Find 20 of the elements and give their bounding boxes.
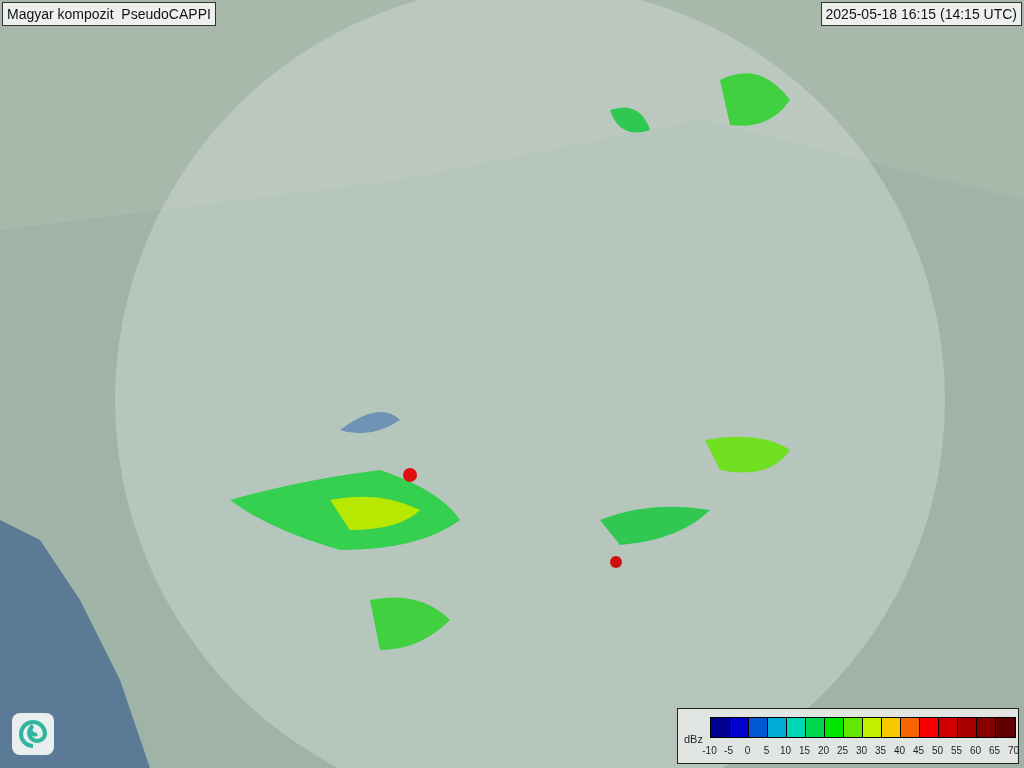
tick-label: 30 — [854, 745, 869, 757]
tick-label: 10 — [778, 745, 793, 757]
tick-label: 45 — [911, 745, 926, 757]
tick-label: 0 — [743, 745, 752, 757]
swirl-logo-icon — [12, 713, 54, 755]
tick-label: 5 — [762, 745, 771, 757]
timestamp: 2025-05-18 16:15 (14:15 UTC) — [820, 2, 1022, 26]
tick-label: 50 — [930, 745, 945, 757]
map-title: Magyar kompozit PseudoCAPPI — [2, 2, 216, 26]
tick-label: -5 — [723, 745, 734, 757]
tick-label: 55 — [949, 745, 964, 757]
unit-label: dBz — [684, 732, 703, 746]
tick-label: 20 — [816, 745, 831, 757]
tick-label: 15 — [797, 745, 812, 757]
tick-label: 40 — [892, 745, 907, 757]
tick-label: 35 — [873, 745, 888, 757]
tick-label: 25 — [835, 745, 850, 757]
tick-label: 65 — [987, 745, 1002, 757]
tick-label: -10 — [701, 745, 718, 757]
tick-label: 60 — [968, 745, 983, 757]
